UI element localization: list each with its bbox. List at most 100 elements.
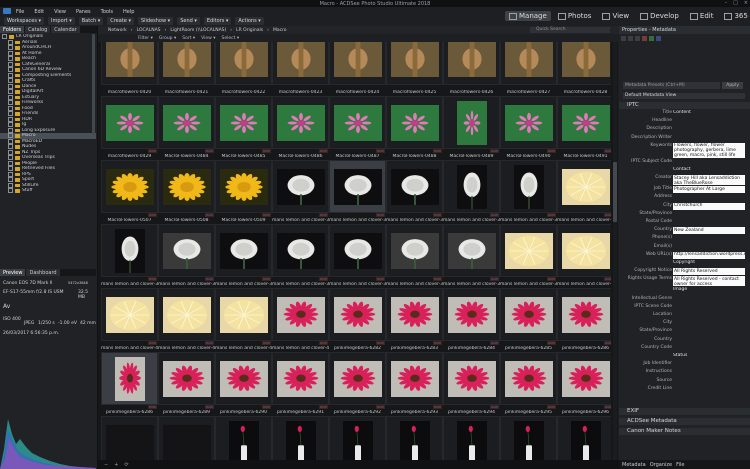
color-label-icon[interactable] — [656, 36, 661, 41]
toolbar-button[interactable]: Slideshow ▾ — [137, 17, 174, 25]
folder-checkbox[interactable] — [8, 133, 13, 139]
folder-checkbox[interactable] — [8, 166, 13, 172]
folder-checkbox[interactable] — [8, 83, 13, 89]
thumbnail[interactable]: RAW pinkimegebera-6292 — [329, 352, 386, 416]
thumbnail[interactable]: RAW pinkimegebera-6282 — [329, 288, 386, 352]
folder-checkbox[interactable] — [8, 50, 13, 56]
thumbnail[interactable]: RAW pinkimegebera-6286 — [557, 288, 611, 352]
folder-checkbox[interactable] — [8, 188, 13, 194]
mode-tab-365[interactable]: 365 — [720, 11, 750, 21]
thumbnail[interactable]: RAWmans lemon and clover-3... — [386, 160, 443, 224]
thumbnail[interactable]: RAWmans lemon and clover-3... — [215, 224, 272, 288]
minimize-button[interactable]: – — [725, 0, 728, 6]
thumbnail[interactable]: RAW pinkimegebera-6290 — [215, 352, 272, 416]
thumbnail[interactable]: RAW pinkimegebera-6293 — [386, 352, 443, 416]
color-label-icon[interactable] — [642, 36, 647, 41]
folder-checkbox[interactable] — [8, 94, 13, 100]
thumbnail[interactable]: RAWmans lemon and clover-3... — [386, 224, 443, 288]
filter-menu[interactable]: Sort ▾ — [182, 36, 195, 41]
tab-dashboard[interactable]: Dashboard — [26, 269, 60, 276]
thumbnail[interactable]: RAWmans lemon and clover-3... — [101, 224, 158, 288]
filter-menu[interactable]: Group ▾ — [159, 36, 176, 41]
thumbnail[interactable]: macroflowers-0422 — [215, 42, 272, 96]
maximize-button[interactable]: □ — [733, 0, 738, 6]
thumbnail[interactable]: macroflowers-0425 — [386, 42, 443, 96]
thumbnail[interactable]: macroflowers-0427 — [500, 42, 557, 96]
thumbnail[interactable]: RAW pinkimegebera-6296 — [557, 352, 611, 416]
section-canon-maker-notes[interactable]: Canon Maker Notes — [619, 428, 750, 435]
thumbnail[interactable]: RAW pinkimegebera-6294 — [443, 352, 500, 416]
thumbnail[interactable]: RAW pinkimegebera-6291 — [272, 352, 329, 416]
thumbnail[interactable]: RAW mans lemon and clover-4... — [215, 288, 272, 352]
folder-checkbox[interactable] — [8, 144, 13, 150]
flag-icon[interactable] — [621, 36, 626, 41]
folder-checkbox[interactable] — [8, 182, 13, 188]
folder-checkbox[interactable] — [8, 105, 13, 111]
thumbnail[interactable]: RAW MacroFlowers-0490 — [500, 96, 557, 160]
thumbnail[interactable]: RAW pinkimegebera-6284 — [443, 288, 500, 352]
folder-checkbox[interactable] — [8, 100, 13, 106]
filter-menu[interactable]: Filter ▾ — [138, 36, 153, 41]
field-value[interactable]: Christchurch — [673, 202, 745, 210]
thumbnail[interactable]: macroflowers-0428 — [557, 42, 611, 96]
bottom-tab-file[interactable]: File — [676, 462, 684, 468]
thumbnail[interactable]: RAWmans lemon and clover-3... — [557, 224, 611, 288]
breadcrumb-item[interactable]: LOCALNAS — [137, 28, 161, 33]
quick-search-input[interactable]: Quick Search — [530, 27, 610, 33]
thumbnail[interactable]: RAW MacroFlowers-0507 — [101, 160, 158, 224]
section-acdsee-metadata[interactable]: ACDSee Metadata — [619, 418, 750, 425]
folder-checkbox[interactable] — [8, 138, 13, 144]
folder-checkbox[interactable] — [8, 116, 13, 122]
thumbnail[interactable]: RAW pinkimegebera-6295 — [500, 352, 557, 416]
toolbar-button[interactable]: Workspaces ▾ — [4, 17, 45, 25]
mode-tab-develop[interactable]: Develop — [636, 11, 683, 21]
folder-checkbox[interactable] — [8, 45, 13, 51]
toolbar-button[interactable]: Batch ▾ — [78, 17, 104, 25]
zoom-in-icon[interactable]: + — [114, 462, 118, 468]
grid-scroll-thumb[interactable] — [613, 162, 617, 222]
thumbnail[interactable]: macroflowers-0423 — [272, 42, 329, 96]
thumbnail[interactable]: RAW MacroFlowers-0484 — [158, 96, 215, 160]
menu-view[interactable]: View — [54, 9, 66, 15]
thumbnail[interactable]: RAW MacroFlowers-0508 — [158, 160, 215, 224]
tag-icon[interactable] — [628, 36, 633, 41]
metadata-preset-select[interactable]: Metadata Presets (Ctrl+M) — [623, 82, 721, 89]
color-label-icon[interactable] — [649, 36, 654, 41]
folder-checkbox[interactable] — [8, 122, 13, 128]
thumbnail[interactable]: RAWmans lemon and clover-3... — [443, 224, 500, 288]
folder-checkbox[interactable] — [2, 34, 7, 40]
menu-tools[interactable]: Tools — [101, 9, 113, 15]
thumbnail[interactable]: RAW MacroFlowers-0489 — [443, 96, 500, 160]
folder-checkbox[interactable] — [8, 89, 13, 95]
thumbnail[interactable]: macroflowers-0424 — [329, 42, 386, 96]
refresh-icon[interactable]: ⟳ — [124, 462, 128, 468]
field-value[interactable]: Photographer At Large — [673, 186, 745, 194]
zoom-out-icon[interactable]: − — [104, 462, 108, 468]
field-value[interactable]: All Rights Reserved - contact owner for … — [673, 276, 745, 287]
thumbnail[interactable]: RAW MacroFlowers-0491 — [557, 96, 611, 160]
folder-checkbox[interactable] — [8, 39, 13, 45]
folder-checkbox[interactable] — [8, 78, 13, 84]
tab-catalog[interactable]: Catalog — [25, 26, 51, 33]
thumbnail[interactable]: RAW mans lemon and clover-4... — [272, 288, 329, 352]
folder-checkbox[interactable] — [8, 56, 13, 62]
folder-checkbox[interactable] — [8, 127, 13, 133]
folder-checkbox[interactable] — [8, 171, 13, 177]
thumbnail[interactable]: macroflowers-0420 — [101, 42, 158, 96]
menu-edit[interactable]: Edit — [34, 9, 44, 15]
breadcrumb-item[interactable]: Network — [108, 28, 127, 33]
thumbnail[interactable]: RAW MacroFlowers-0488 — [386, 96, 443, 160]
mode-tab-photos[interactable]: Photos — [554, 11, 596, 21]
thumbnail[interactable]: macroflowers-0426 — [443, 42, 500, 96]
close-button[interactable]: × — [744, 0, 748, 6]
menu-help[interactable]: Help — [123, 9, 134, 15]
thumbnail[interactable]: RAW MacroFlowers-0485 — [215, 96, 272, 160]
thumbnail[interactable]: RAWmans lemon and clover-3... — [557, 160, 611, 224]
thumbnail[interactable]: RAWmans lemon and clover-3... — [500, 160, 557, 224]
menu-panes[interactable]: Panes — [76, 9, 91, 15]
thumbnail[interactable]: RAWmans lemon and clover-3... — [329, 224, 386, 288]
toolbar-button[interactable]: Actions ▾ — [235, 17, 264, 25]
folder-checkbox[interactable] — [8, 61, 13, 67]
breadcrumb-item[interactable]: LightRoom (\\LOCALNAS) — [170, 28, 226, 33]
thumbnail[interactable]: RAW mans lemon and clover-4... — [101, 288, 158, 352]
